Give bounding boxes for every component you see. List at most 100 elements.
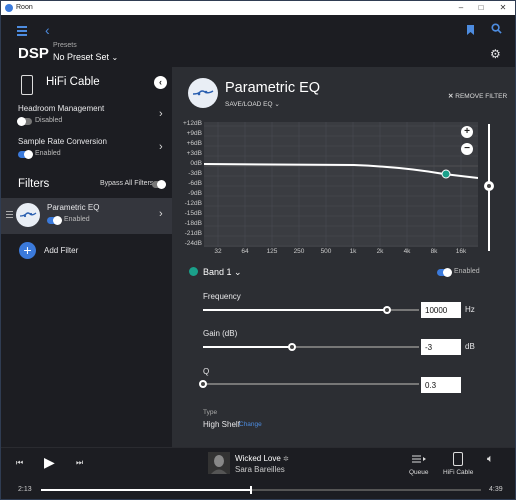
chevron-down-icon: ⌄ (274, 101, 280, 108)
roon-window: Roon – □ ✕ ‹ DSP Presets No Preset Set ⌄… (0, 0, 516, 500)
app-header: ‹ DSP Presets No Preset Set ⌄ ⚙ (1, 15, 515, 67)
zoom-out-button[interactable]: − (461, 143, 473, 155)
save-load-label: SAVE/LOAD EQ (225, 101, 273, 108)
zone-device-icon[interactable] (453, 452, 463, 466)
y-axis-label: +12dB (183, 120, 202, 127)
band-enabled-label: Enabled (454, 268, 480, 275)
gain-slider-fill (203, 346, 292, 348)
graph-range-slider-thumb[interactable] (484, 181, 494, 191)
band-color-dot (189, 267, 198, 276)
seek-bar[interactable] (41, 486, 481, 494)
zone-title: HiFi Cable (46, 76, 100, 88)
settings-gear-icon[interactable]: ⚙ (490, 47, 501, 61)
add-filter-button[interactable]: + (19, 242, 36, 259)
hamburger-menu-icon[interactable] (17, 26, 27, 38)
play-icon[interactable]: ▶ (44, 454, 55, 471)
frequency-slider-thumb[interactable] (382, 306, 391, 314)
frequency-input[interactable]: 10000 (421, 302, 461, 318)
album-art[interactable] (208, 452, 230, 474)
x-axis-label: 500 (320, 248, 332, 255)
filter-item-parametric-eq[interactable]: Parametric EQ Enabled › (1, 198, 172, 234)
gain-slider[interactable] (203, 343, 419, 351)
volume-icon[interactable]: 🔈︎ (487, 453, 494, 466)
frequency-unit: Hz (465, 305, 475, 314)
elapsed-time: 2:13 (18, 486, 32, 493)
back-arrow-icon[interactable]: ‹ (45, 22, 50, 38)
zone-label[interactable]: HiFi Cable (443, 469, 473, 476)
player-bar: ⏮ ▶ ⏭ Wicked Love ✲ Sara Bareilles Queue… (1, 447, 515, 499)
seek-bar-thumb[interactable] (249, 486, 252, 494)
remove-filter-button[interactable]: ✕ REMOVE FILTER (448, 92, 507, 100)
band-enabled-toggle[interactable] (437, 268, 452, 277)
frequency-slider[interactable] (203, 306, 419, 314)
type-change-link[interactable]: Change (239, 421, 262, 428)
band-selector[interactable]: Band 1 ⌄ (203, 267, 242, 278)
roon-app-icon (5, 4, 13, 12)
band-handle[interactable] (441, 169, 451, 179)
seek-bar-fill (41, 489, 251, 491)
queue-label[interactable]: Queue (409, 469, 429, 476)
gain-slider-thumb[interactable] (287, 343, 296, 351)
y-axis-label: +3dB (186, 150, 202, 157)
y-axis-label: +9dB (186, 130, 202, 137)
x-axis-label: 1k (349, 248, 357, 255)
filter-title: Parametric EQ (225, 80, 321, 96)
track-title[interactable]: Wicked Love ✲ (235, 454, 289, 463)
eq-response-svg (203, 122, 479, 247)
track-duration: 4:39 (489, 486, 503, 493)
gain-label: Gain (dB) (203, 329, 238, 338)
sample-rate-row[interactable]: Sample Rate Conversion Enabled › (18, 136, 170, 162)
bypass-all-toggle[interactable] (152, 180, 166, 189)
q-input[interactable]: 0.3 (421, 377, 461, 393)
y-axis-label: -3dB (188, 170, 202, 177)
add-filter-label[interactable]: Add Filter (44, 246, 78, 255)
filter-editor-panel: Parametric EQ SAVE/LOAD EQ ⌄ ✕ REMOVE FI… (172, 67, 515, 447)
signal-path-icon[interactable]: ✲ (283, 456, 289, 463)
search-icon[interactable] (491, 23, 502, 34)
y-axis-label: -21dB (184, 230, 202, 237)
headroom-toggle[interactable] (17, 117, 32, 126)
queue-icon[interactable] (411, 454, 427, 464)
sample-rate-toggle[interactable] (18, 150, 33, 159)
close-icon[interactable]: ✕ (493, 3, 513, 12)
y-axis-label: +6dB (186, 140, 202, 147)
y-axis-label: -9dB (188, 190, 202, 197)
headroom-row[interactable]: Headroom Management Disabled › (17, 103, 170, 129)
page-title: DSP (18, 45, 49, 62)
filter-enabled-toggle[interactable] (47, 216, 62, 225)
frequency-label: Frequency (203, 292, 241, 301)
bookmark-icon[interactable] (467, 25, 474, 35)
presets-dropdown[interactable]: No Preset Set ⌄ (53, 52, 118, 62)
x-axis-label: 16k (455, 248, 467, 255)
sample-rate-status: Enabled (35, 150, 61, 157)
filter-item-status: Enabled (64, 216, 90, 223)
x-axis-label: 125 (266, 248, 278, 255)
x-axis-label: 8k (430, 248, 438, 255)
dsp-sidebar: HiFi Cable ‹ Headroom Management Disable… (1, 67, 172, 447)
track-title-text: Wicked Love (235, 454, 281, 463)
eq-response-graph[interactable] (203, 122, 479, 247)
next-track-icon[interactable]: ⏭ (76, 458, 83, 468)
remove-filter-label: REMOVE FILTER (455, 93, 508, 100)
track-artist[interactable]: Sara Bareilles (235, 465, 285, 474)
chevron-right-icon: › (159, 208, 163, 220)
gain-input[interactable]: -3 (421, 339, 461, 355)
x-axis-label: 64 (241, 248, 249, 255)
presets-value: No Preset Set (53, 52, 110, 62)
collapse-sidebar-button[interactable]: ‹ (154, 76, 167, 89)
drag-handle-icon[interactable] (6, 211, 13, 220)
minimize-icon[interactable]: – (451, 3, 471, 12)
maximize-icon[interactable]: □ (471, 3, 491, 12)
save-load-eq-button[interactable]: SAVE/LOAD EQ ⌄ (225, 100, 280, 108)
chevron-down-icon: ⌄ (111, 53, 119, 62)
window-titlebar: Roon – □ ✕ (1, 1, 515, 15)
chevron-right-icon: › (159, 108, 163, 120)
q-slider-thumb[interactable] (199, 380, 207, 388)
previous-track-icon[interactable]: ⏮ (16, 458, 23, 468)
q-slider[interactable] (199, 380, 419, 388)
filters-heading: Filters (18, 178, 50, 190)
y-axis-label: -6dB (188, 180, 202, 187)
zoom-in-button[interactable]: + (461, 126, 473, 138)
type-label: Type (203, 409, 218, 416)
x-axis-label: 32 (214, 248, 222, 255)
